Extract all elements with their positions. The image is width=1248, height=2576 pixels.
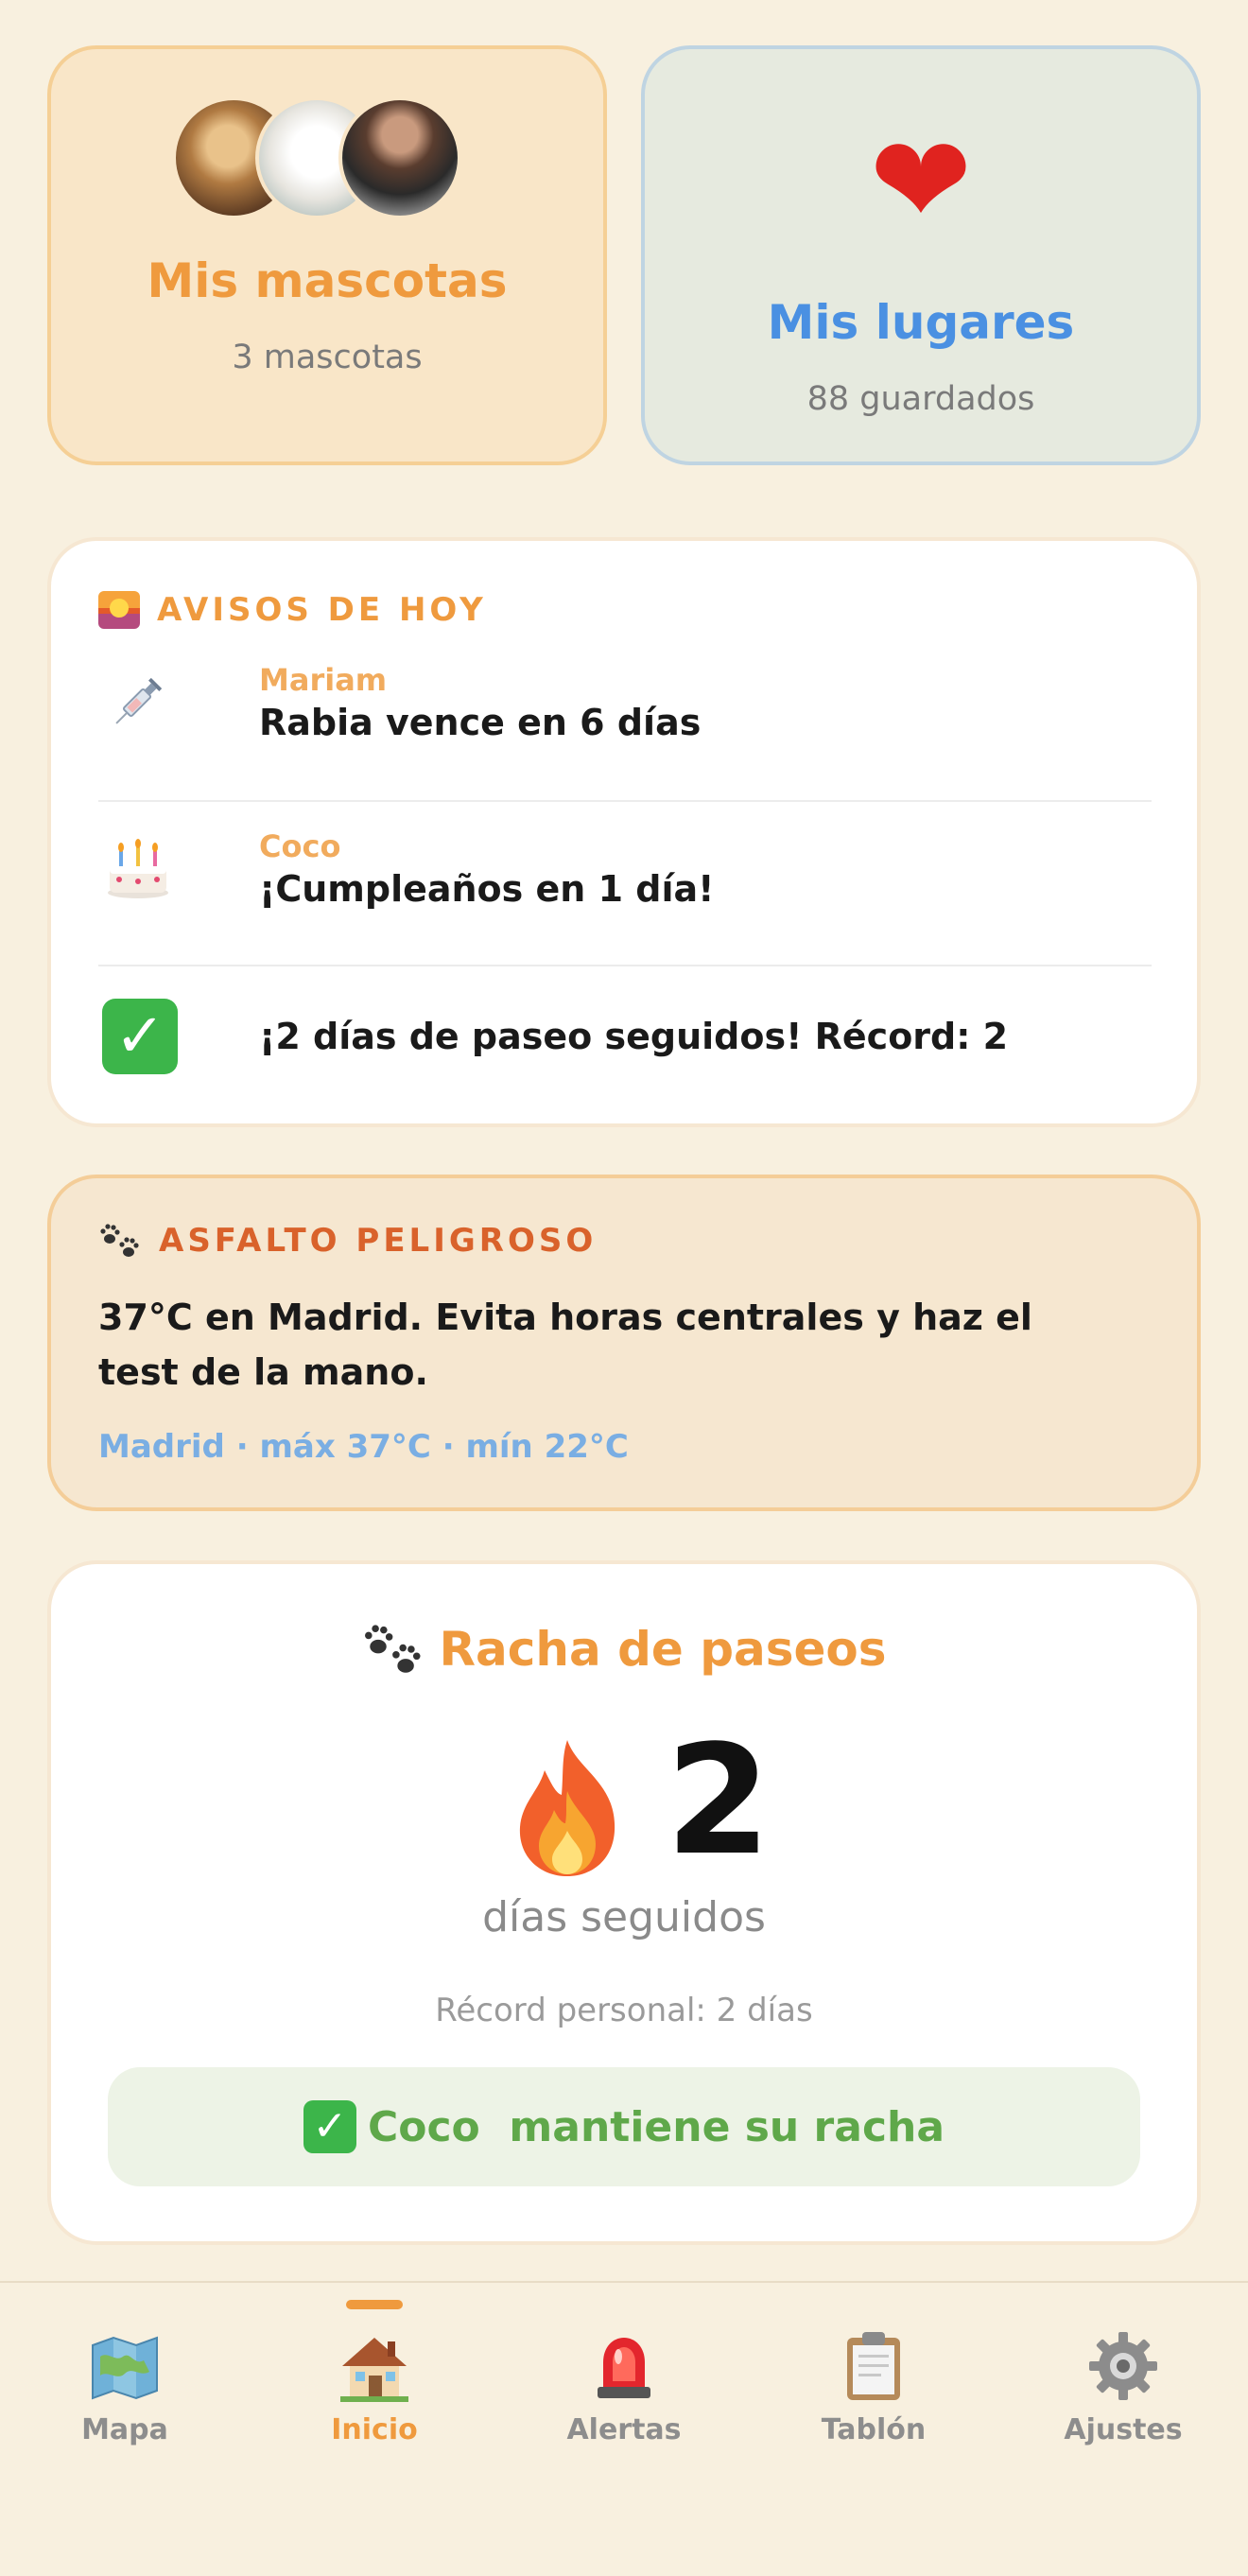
- alert-item[interactable]: Mariam Rabia vence en 6 días: [98, 662, 1152, 775]
- tab-ajustes[interactable]: Ajustes: [1029, 2328, 1218, 2446]
- house-icon: [340, 2338, 408, 2402]
- pets-card-count: 3 mascotas: [232, 339, 423, 376]
- tab-label: Alertas: [566, 2413, 682, 2446]
- birthday-cake-icon: [108, 839, 168, 898]
- active-tab-indicator: [346, 2300, 403, 2309]
- hot-asphalt-message: 37°C en Madrid. Evita horas centrales y …: [98, 1297, 1032, 1393]
- hot-asphalt-warning-card: ASFALTO PELIGROSO 37°C en Madrid. Evita …: [47, 1175, 1201, 1511]
- streak-unit-label: días seguidos: [482, 1893, 766, 1941]
- clipboard-icon: [847, 2332, 900, 2400]
- alert-text: Rabia vence en 6 días: [259, 702, 702, 743]
- siren-icon: [598, 2338, 650, 2398]
- alert-item[interactable]: ✓ ¡2 días de paseo seguidos! Récord: 2: [98, 999, 1152, 1084]
- today-alerts-card: AVISOS DE HOY Mariam Rabia vence en 6 dí…: [47, 537, 1201, 1127]
- owner-avatar: [338, 96, 461, 219]
- map-icon: [92, 2336, 158, 2400]
- fire-icon: [519, 1740, 615, 1876]
- alert-pet-name: Coco: [259, 828, 341, 864]
- my-pets-card[interactable]: Mis mascotas 3 mascotas: [47, 45, 607, 465]
- divider: [98, 965, 1152, 966]
- paw-prints-icon: [100, 1224, 139, 1257]
- bottom-tab-bar: Mapa Inicio Alertas Tablón Ajustes: [0, 2281, 1248, 2576]
- my-places-card[interactable]: ❤ Mis lugares 88 guardados: [641, 45, 1201, 465]
- today-alerts-header: AVISOS DE HOY: [98, 586, 487, 634]
- alert-pet-name: Mariam: [259, 662, 388, 698]
- alert-text: ¡2 días de paseo seguidos! Récord: 2: [259, 1016, 1009, 1057]
- home-screen: Mis mascotas 3 mascotas ❤ Mis lugares 88…: [0, 0, 1248, 2576]
- streak-count: 2: [666, 1712, 771, 1888]
- heart-icon: ❤: [869, 109, 973, 252]
- tab-label: Mapa: [81, 2413, 168, 2446]
- alert-text: ¡Cumpleaños en 1 día!: [259, 868, 715, 910]
- hot-asphalt-title: ASFALTO PELIGROSO: [159, 1222, 598, 1260]
- weather-summary: Madrid · máx 37°C · mín 22°C: [98, 1428, 629, 1466]
- alert-item[interactable]: Coco ¡Cumpleaños en 1 día!: [98, 828, 1152, 942]
- personal-record: Récord personal: 2 días: [435, 1992, 813, 2029]
- places-card-count: 88 guardados: [806, 380, 1035, 418]
- paw-prints-icon: [365, 1625, 421, 1673]
- divider: [98, 800, 1152, 802]
- tab-label: Ajustes: [1064, 2413, 1183, 2446]
- sunrise-icon: [98, 591, 140, 629]
- walk-streak-header: Racha de paseos: [51, 1619, 1197, 1680]
- tab-mapa[interactable]: Mapa: [30, 2328, 219, 2446]
- walk-streak-card: Racha de paseos 2 días seguidos Récord p…: [47, 1560, 1201, 2245]
- tab-label: Inicio: [331, 2413, 418, 2446]
- check-mark-icon: ✓: [303, 2100, 356, 2153]
- today-alerts-title: AVISOS DE HOY: [157, 591, 487, 629]
- pets-card-title: Mis mascotas: [147, 253, 508, 308]
- syringe-icon: [115, 677, 163, 724]
- walk-streak-title: Racha de paseos: [439, 1622, 887, 1677]
- hot-asphalt-header: ASFALTO PELIGROSO: [98, 1220, 597, 1262]
- check-mark-icon: ✓: [102, 999, 178, 1074]
- streak-status-text: Coco mantiene su racha: [367, 2102, 945, 2151]
- tab-label: Tablón: [821, 2413, 927, 2446]
- tab-tablon[interactable]: Tablón: [779, 2328, 968, 2446]
- tab-inicio[interactable]: Inicio: [280, 2328, 469, 2446]
- gear-icon: [1089, 2332, 1157, 2400]
- streak-status-badge: ✓ Coco mantiene su racha: [108, 2067, 1140, 2186]
- places-card-title: Mis lugares: [767, 295, 1075, 350]
- tab-alertas[interactable]: Alertas: [529, 2328, 719, 2446]
